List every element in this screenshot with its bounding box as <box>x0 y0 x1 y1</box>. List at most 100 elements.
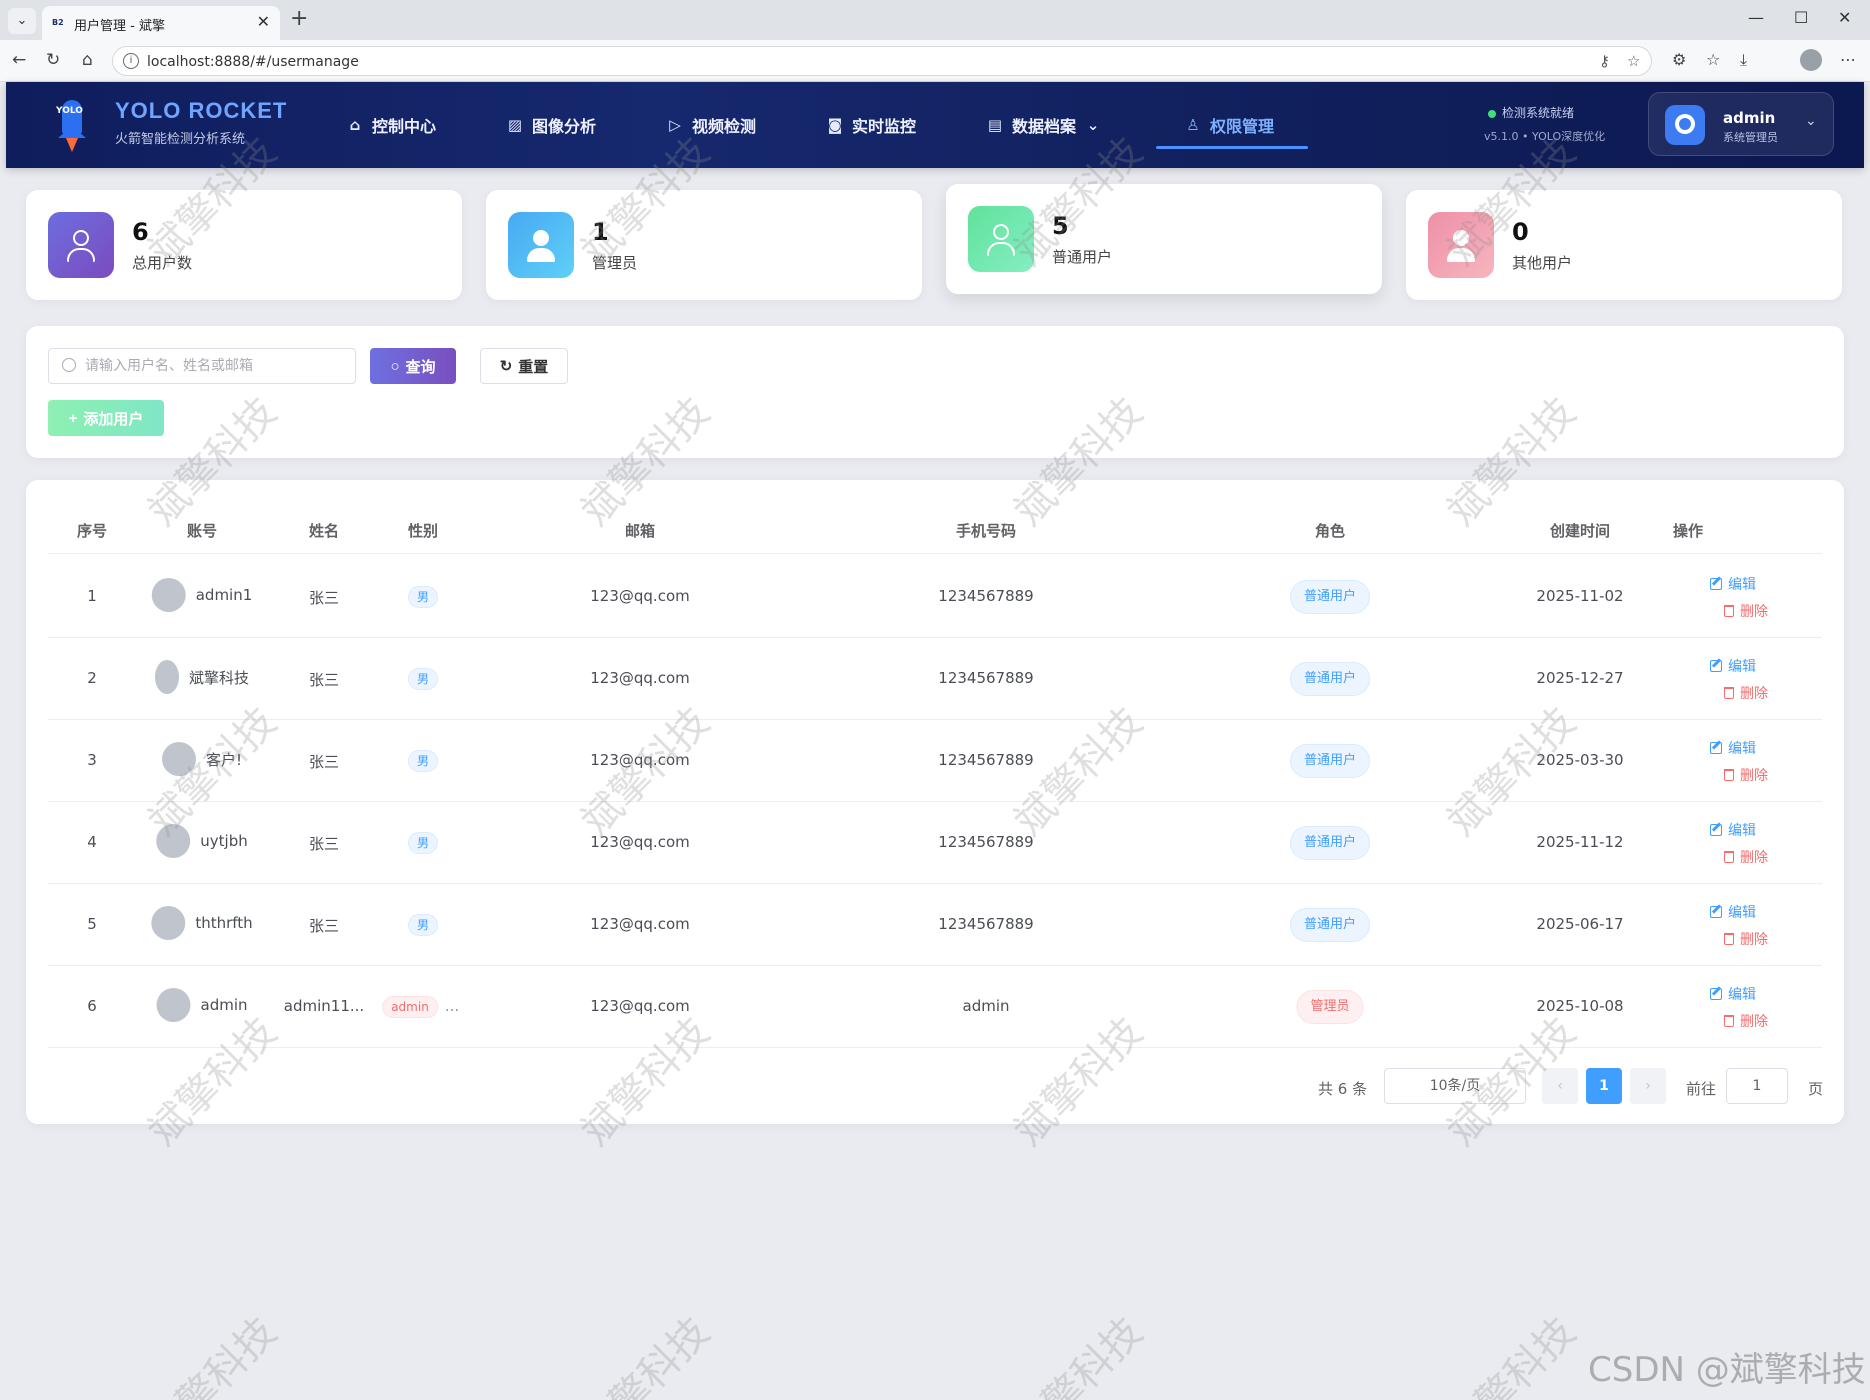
delete-button[interactable]: 删除 <box>1724 1011 1768 1031</box>
cell-phone: 1234567889 <box>938 669 1034 687</box>
cell-name: 张三 <box>308 671 340 689</box>
site-info-icon[interactable]: i <box>123 53 139 69</box>
nav-item-permission[interactable]: ♙ 权限管理 <box>1184 110 1274 140</box>
delete-button[interactable]: 删除 <box>1724 683 1768 703</box>
trash-icon <box>1724 605 1734 617</box>
cell-email: 123@qq.com <box>590 669 690 687</box>
column-header-account: 账号 <box>186 522 218 540</box>
role-tag: 普通用户 <box>1289 662 1371 696</box>
tab-list-menu-icon[interactable]: ⌄ <box>8 8 36 34</box>
nav-label: 控制中心 <box>372 117 437 136</box>
browser-tab[interactable]: B2 用户管理 - 斌擎 ✕ <box>42 6 280 40</box>
avatar <box>151 906 186 940</box>
user-menu[interactable]: admin 系统管理员 ⌄ <box>1648 92 1834 156</box>
column-header-gender: 性别 <box>407 522 439 540</box>
delete-button[interactable]: 删除 <box>1724 847 1768 867</box>
search-icon: ○ <box>390 357 400 375</box>
cell-index: 1 <box>87 587 97 605</box>
stat-value: 6 <box>132 218 149 246</box>
logo-text: YOLO <box>56 106 83 116</box>
gender-tag: 男 <box>407 750 439 772</box>
minimize-icon[interactable]: — <box>1748 8 1764 27</box>
star-icon[interactable]: ☆ <box>1627 52 1640 70</box>
edit-button[interactable]: 编辑 <box>1710 574 1756 594</box>
page-size-select[interactable]: 10条/页 <box>1384 1068 1526 1104</box>
delete-button[interactable]: 删除 <box>1724 765 1768 785</box>
nav-label: 实时监控 <box>852 117 917 136</box>
delete-button[interactable]: 删除 <box>1724 601 1768 621</box>
cell-created: 2025-11-02 <box>1536 587 1624 605</box>
stat-value: 5 <box>1052 212 1069 240</box>
extensions-icon[interactable]: ⚙ <box>1672 50 1686 69</box>
tab-close-icon[interactable]: ✕ <box>257 12 270 31</box>
brand-title: YOLO ROCKET <box>115 98 288 123</box>
column-header-role: 角色 <box>1314 522 1346 540</box>
url-text[interactable]: localhost:8888/#/usermanage <box>147 54 359 70</box>
more-icon[interactable]: ⋯ <box>1840 50 1856 69</box>
url-field[interactable]: i localhost:8888/#/usermanage ⚷ ☆ <box>112 46 1652 76</box>
cell-name: admin11... <box>283 997 365 1015</box>
nav-item-realtime-monitor[interactable]: ◙ 实时监控 <box>826 110 916 140</box>
favorites-icon[interactable]: ☆ <box>1706 50 1720 69</box>
cell-index: 5 <box>87 915 97 933</box>
table-row: 4 uytjbh 张三 男 123@qq.com 1234567889 普通用户… <box>48 802 1822 884</box>
cell-name: 张三 <box>308 589 340 607</box>
profile-avatar-icon[interactable] <box>1800 49 1822 71</box>
home-browser-icon[interactable]: ⌂ <box>82 50 93 70</box>
edit-button[interactable]: 编辑 <box>1710 656 1756 676</box>
nav-item-video-detection[interactable]: ▷ 视频检测 <box>666 110 756 140</box>
avatar <box>151 578 186 612</box>
cell-phone: 1234567889 <box>938 587 1034 605</box>
search-input[interactable] <box>48 348 356 384</box>
nav-item-data-archive[interactable]: ▤ 数据档案 ⌄ <box>986 110 1102 140</box>
cell-account: 客户! <box>161 742 242 776</box>
cell-account: ththrfth <box>151 906 253 940</box>
user-role: 系统管理员 <box>1723 131 1778 144</box>
page-number-button[interactable]: 1 <box>1586 1068 1622 1104</box>
gender-tag: 男 <box>407 832 439 854</box>
system-status: 检测系统就绪 <box>1488 104 1574 121</box>
new-tab-icon[interactable]: + <box>290 6 308 31</box>
prev-page-icon[interactable]: ‹ <box>1542 1068 1578 1104</box>
key-icon[interactable]: ⚷ <box>1599 52 1610 70</box>
add-user-button[interactable]: + 添加用户 <box>48 400 164 436</box>
cell-email: 123@qq.com <box>590 915 690 933</box>
role-tag: 普通用户 <box>1289 826 1371 860</box>
back-icon[interactable]: ← <box>12 50 26 70</box>
column-header-index: 序号 <box>76 522 108 540</box>
gender-tag: 男 <box>407 914 439 936</box>
status-dot-icon <box>1488 109 1496 118</box>
edit-button[interactable]: 编辑 <box>1710 738 1756 758</box>
query-button[interactable]: ○ 查询 <box>370 348 456 384</box>
user-outline-icon <box>968 206 1034 272</box>
pagination-total: 共 6 条 <box>1318 1080 1368 1098</box>
cell-account: admin1 <box>151 578 252 612</box>
role-tag: 普通用户 <box>1289 744 1371 778</box>
edit-button[interactable]: 编辑 <box>1710 820 1756 840</box>
next-page-icon[interactable]: › <box>1630 1068 1666 1104</box>
window-close-icon[interactable]: ✕ <box>1838 8 1851 27</box>
delete-button[interactable]: 删除 <box>1724 929 1768 949</box>
user-avatar-icon <box>1665 105 1705 145</box>
user-outline-icon <box>48 212 114 278</box>
edit-button[interactable]: 编辑 <box>1710 984 1756 1004</box>
maximize-icon[interactable]: ☐ <box>1794 8 1808 27</box>
nav-item-image-analysis[interactable]: ▨ 图像分析 <box>506 110 596 140</box>
gender-overflow: ... <box>444 997 460 1015</box>
goto-page-input[interactable] <box>1726 1068 1788 1104</box>
user-icon: ♙ <box>1186 116 1200 134</box>
watermark: 斌擎科技 <box>1005 1308 1152 1400</box>
table-row: 5 ththrfth 张三 男 123@qq.com 1234567889 普通… <box>48 884 1822 966</box>
download-icon[interactable]: ⤓ <box>1740 50 1747 70</box>
trash-icon <box>1724 933 1734 945</box>
cell-index: 3 <box>87 751 97 769</box>
cell-email: 123@qq.com <box>590 587 690 605</box>
reload-icon[interactable]: ↻ <box>46 50 60 70</box>
reset-button[interactable]: ↻ 重置 <box>480 348 568 384</box>
stat-card-other: 0 其他用户 <box>1406 190 1842 300</box>
nav-item-dashboard[interactable]: ⌂ 控制中心 <box>346 110 436 140</box>
stat-card-total: 6 总用户数 <box>26 190 462 300</box>
stat-value: 1 <box>592 218 609 246</box>
role-tag: 管理员 <box>1296 990 1364 1024</box>
edit-button[interactable]: 编辑 <box>1710 902 1756 922</box>
